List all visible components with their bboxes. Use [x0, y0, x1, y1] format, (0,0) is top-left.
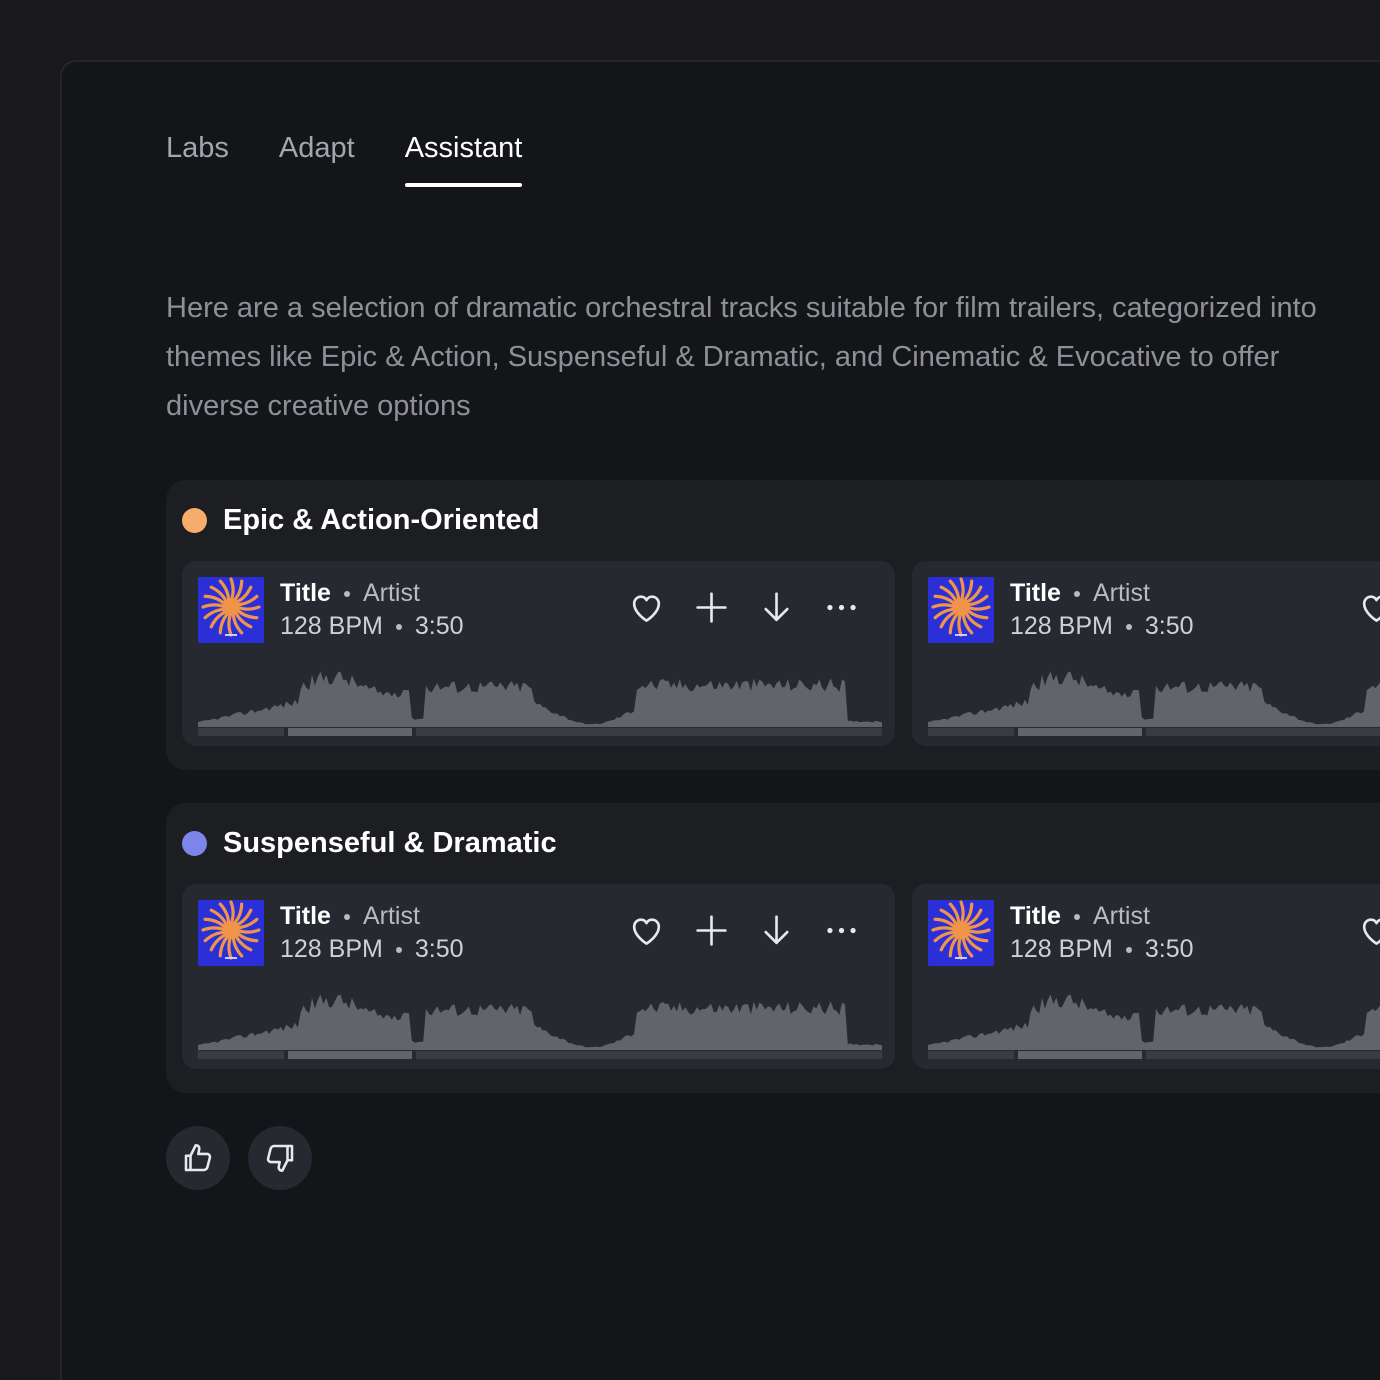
track-meta: Title Artist 128 BPM 3:50: [280, 900, 464, 966]
track-artist[interactable]: Artist: [363, 577, 420, 610]
track-meta: Title Artist 128 BPM 3:50: [280, 577, 464, 643]
thumbs-down-icon: [266, 1144, 294, 1173]
tab-assistant[interactable]: Assistant: [404, 132, 522, 187]
track-group-epic: Epic & Action-Oriented Title Artist 128 B…: [166, 480, 1380, 770]
progress-segment: [288, 728, 412, 736]
track-actions: [628, 589, 860, 626]
track-title[interactable]: Title: [1010, 900, 1061, 933]
album-art-image: [928, 900, 994, 966]
tab-adapt[interactable]: Adapt: [279, 132, 355, 187]
tab-labs[interactable]: Labs: [166, 132, 229, 187]
track-duration: 3:50: [414, 935, 464, 963]
thumbs-down-button[interactable]: [248, 1126, 312, 1190]
playback-progress[interactable]: [928, 728, 1380, 736]
assistant-message: Here are a selection of dramatic orchest…: [166, 292, 1317, 422]
waveform[interactable]: [198, 984, 882, 1050]
feedback-bar: [166, 1126, 312, 1190]
track-duration: 3:50: [414, 612, 464, 640]
download-icon[interactable]: [758, 589, 795, 626]
album-art: [198, 577, 264, 643]
tab-bar: Labs Adapt Assistant: [166, 132, 522, 187]
heart-icon[interactable]: [1358, 912, 1380, 949]
separator-dot: [1073, 590, 1080, 597]
assistant-window: Labs Adapt Assistant Here are a selectio…: [60, 60, 1380, 1380]
track-artist[interactable]: Artist: [1093, 577, 1150, 610]
separator-dot: [395, 623, 402, 630]
progress-segment: [198, 1051, 284, 1059]
more-icon[interactable]: [823, 912, 860, 949]
separator-dot: [1073, 913, 1080, 920]
plus-icon[interactable]: [693, 912, 730, 949]
track-artist[interactable]: Artist: [1093, 900, 1150, 933]
track-bpm: 128 BPM: [280, 935, 383, 963]
waveform-shape: [928, 994, 1380, 1050]
waveform[interactable]: [928, 661, 1380, 727]
group-header: Epic & Action-Oriented: [182, 504, 539, 537]
thumbs-up-icon: [184, 1143, 212, 1172]
track-title[interactable]: Title: [280, 900, 331, 933]
waveform[interactable]: [928, 984, 1380, 1050]
progress-segment: [928, 1051, 1014, 1059]
group-title: Epic & Action-Oriented: [223, 504, 540, 536]
waveform-shape: [928, 671, 1380, 727]
thumbs-up-button[interactable]: [166, 1126, 230, 1190]
track-title[interactable]: Title: [280, 577, 331, 610]
progress-segment: [1018, 728, 1142, 736]
track-bpm: 128 BPM: [1010, 612, 1113, 640]
album-art: [198, 900, 264, 966]
group-dot: [182, 508, 207, 533]
track-actions: [1358, 912, 1380, 949]
album-art-image: [198, 577, 264, 643]
download-icon[interactable]: [758, 912, 795, 949]
progress-segment: [288, 1051, 412, 1059]
more-icon[interactable]: [823, 589, 860, 626]
separator-dot: [343, 913, 350, 920]
track-title[interactable]: Title: [1010, 577, 1061, 610]
waveform-shape: [198, 994, 882, 1050]
separator-dot: [395, 946, 402, 953]
heart-icon[interactable]: [628, 589, 665, 626]
group-title: Suspenseful & Dramatic: [223, 827, 557, 859]
track-actions: [1358, 589, 1380, 626]
track-artist[interactable]: Artist: [363, 900, 420, 933]
album-art-image: [928, 577, 994, 643]
plus-icon[interactable]: [693, 589, 730, 626]
playback-progress[interactable]: [928, 1051, 1380, 1059]
waveform-shape: [198, 671, 882, 727]
album-art: [928, 900, 994, 966]
track-bpm: 128 BPM: [1010, 935, 1113, 963]
track-bpm: 128 BPM: [280, 612, 383, 640]
album-art-image: [198, 900, 264, 966]
track-meta: Title Artist 128 BPM 3:50: [1010, 577, 1194, 643]
progress-segment: [416, 1051, 882, 1059]
separator-dot: [343, 590, 350, 597]
progress-segment: [1146, 1051, 1380, 1059]
album-art: [928, 577, 994, 643]
progress-segment: [1146, 728, 1380, 736]
track-card[interactable]: Title Artist 128 BPM 3:50: [912, 561, 1380, 746]
heart-icon[interactable]: [1358, 589, 1380, 626]
progress-segment: [928, 728, 1014, 736]
playback-progress[interactable]: [198, 1051, 882, 1059]
track-group-suspenseful: Suspenseful & Dramatic Title Artist 128 B…: [166, 803, 1380, 1093]
group-header: Suspenseful & Dramatic: [182, 827, 557, 860]
progress-segment: [416, 728, 882, 736]
separator-dot: [1125, 946, 1132, 953]
track-duration: 3:50: [1144, 612, 1194, 640]
playback-progress[interactable]: [198, 728, 882, 736]
track-duration: 3:50: [1144, 935, 1194, 963]
group-dot: [182, 831, 207, 856]
track-meta: Title Artist 128 BPM 3:50: [1010, 900, 1194, 966]
separator-dot: [1125, 623, 1132, 630]
track-card[interactable]: Title Artist 128 BPM 3:50: [182, 561, 895, 746]
heart-icon[interactable]: [628, 912, 665, 949]
progress-segment: [1018, 1051, 1142, 1059]
track-card[interactable]: Title Artist 128 BPM 3:50: [182, 884, 895, 1069]
track-card[interactable]: Title Artist 128 BPM 3:50: [912, 884, 1380, 1069]
track-actions: [628, 912, 860, 949]
waveform[interactable]: [198, 661, 882, 727]
progress-segment: [198, 728, 284, 736]
